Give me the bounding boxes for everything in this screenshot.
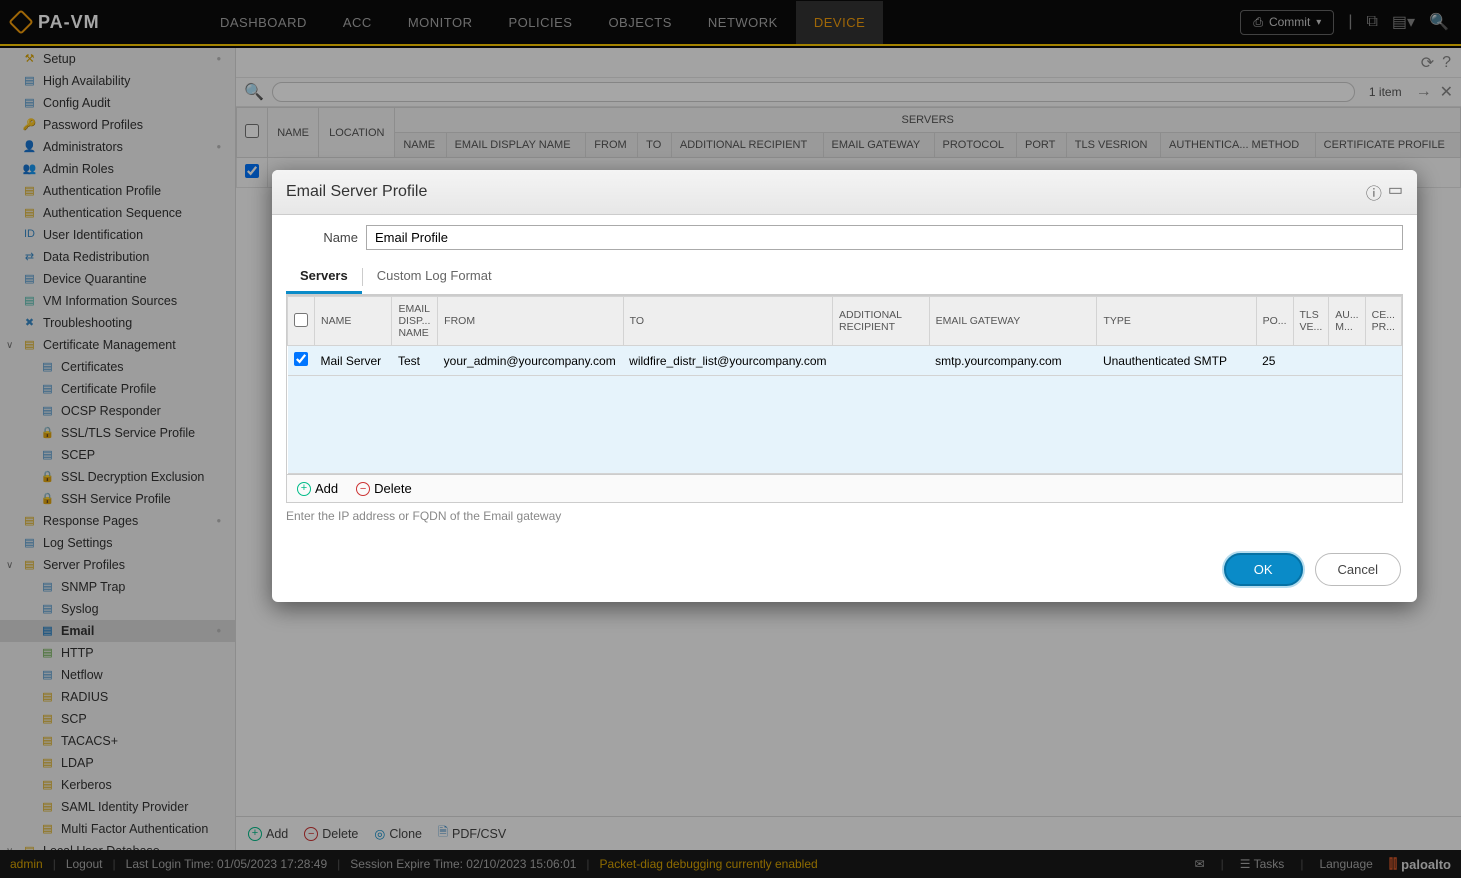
tab-servers[interactable]: Servers — [286, 260, 362, 294]
cell-tls[interactable] — [1293, 346, 1329, 376]
plus-icon: + — [297, 482, 311, 496]
name-input[interactable] — [366, 225, 1403, 250]
cell-type[interactable]: Unauthenticated SMTP — [1097, 346, 1256, 376]
sub-col-cert[interactable]: CE... PR... — [1365, 297, 1401, 346]
dialog-tabs: Servers Custom Log Format — [286, 260, 1403, 295]
sub-col-to[interactable]: TO — [623, 297, 832, 346]
sub-table-row[interactable]: Mail Server Test your_admin@yourcompany.… — [288, 346, 1402, 376]
sub-col-addl[interactable]: ADDITIONAL RECIPIENT — [833, 297, 930, 346]
dialog-body: Name Servers Custom Log Format NAME EMAI… — [272, 215, 1417, 541]
dialog-window-icon[interactable]: ▭ — [1388, 180, 1403, 204]
cell-port[interactable]: 25 — [1256, 346, 1293, 376]
cell-auth[interactable] — [1329, 346, 1365, 376]
dialog-header: Email Server Profile ⓘ ▭ — [272, 170, 1417, 215]
dialog-footer: OK Cancel — [272, 541, 1417, 602]
cell-gateway[interactable]: smtp.yourcompany.com — [929, 346, 1097, 376]
sub-table: NAME EMAIL DISP... NAME FROM TO ADDITION… — [286, 295, 1403, 503]
hint-text: Enter the IP address or FQDN of the Emai… — [286, 509, 1403, 523]
sub-actions: +Add −Delete — [287, 474, 1402, 502]
cancel-button[interactable]: Cancel — [1315, 553, 1401, 586]
cell-name[interactable]: Mail Server — [315, 346, 392, 376]
sub-col-gateway[interactable]: EMAIL GATEWAY — [929, 297, 1097, 346]
cell-addl[interactable] — [833, 346, 930, 376]
cell-display[interactable]: Test — [392, 346, 438, 376]
sub-add-button[interactable]: +Add — [297, 481, 338, 496]
sub-col-name[interactable]: NAME — [315, 297, 392, 346]
minus-icon: − — [356, 482, 370, 496]
name-row: Name — [286, 225, 1403, 250]
sub-col-display[interactable]: EMAIL DISP... NAME — [392, 297, 438, 346]
sub-delete-button[interactable]: −Delete — [356, 481, 412, 496]
sub-col-port[interactable]: PO... — [1256, 297, 1293, 346]
sub-select-all[interactable] — [294, 313, 308, 327]
sub-col-auth[interactable]: AU... M... — [1329, 297, 1365, 346]
cell-to[interactable]: wildfire_distr_list@yourcompany.com — [623, 346, 832, 376]
dialog-help-icon[interactable]: ⓘ — [1366, 180, 1382, 204]
dialog-title: Email Server Profile — [286, 183, 427, 201]
sub-row-checkbox[interactable] — [294, 352, 308, 366]
name-label: Name — [286, 230, 358, 245]
tab-custom-log-format[interactable]: Custom Log Format — [363, 260, 506, 294]
sub-col-type[interactable]: TYPE — [1097, 297, 1256, 346]
sub-col-tls[interactable]: TLS VE... — [1293, 297, 1329, 346]
cell-cert[interactable] — [1365, 346, 1401, 376]
email-server-profile-dialog: Email Server Profile ⓘ ▭ Name Servers Cu… — [272, 170, 1417, 602]
ok-button[interactable]: OK — [1224, 553, 1303, 586]
sub-col-from[interactable]: FROM — [438, 297, 623, 346]
cell-from[interactable]: your_admin@yourcompany.com — [438, 346, 623, 376]
